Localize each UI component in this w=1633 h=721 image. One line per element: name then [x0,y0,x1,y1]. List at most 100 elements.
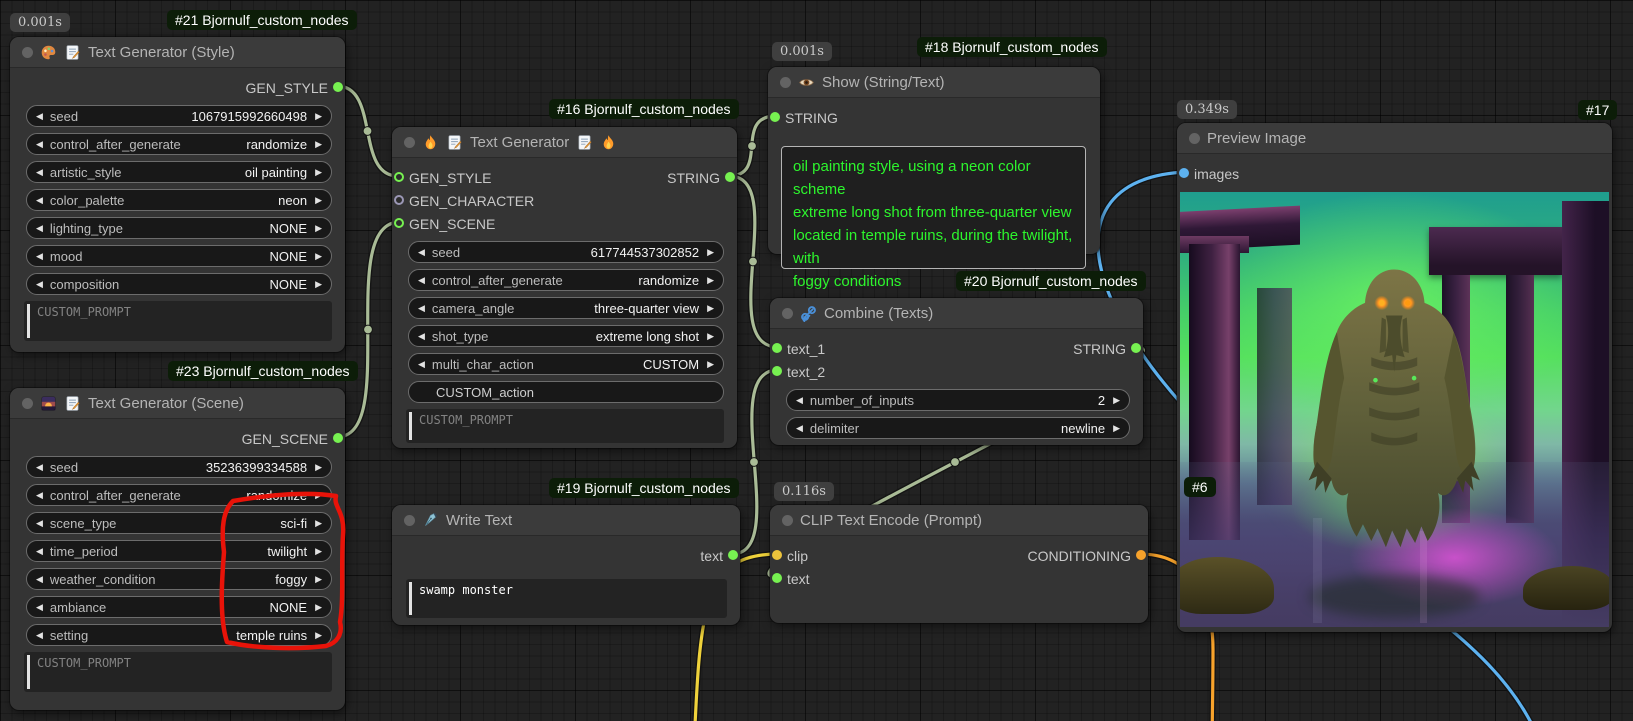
combo-left-arrow[interactable]: ◀ [36,140,43,149]
widget-number_of_inputs[interactable]: ◀number_of_inputs2▶ [786,389,1130,411]
widget-delimiter[interactable]: ◀delimiternewline▶ [786,417,1130,439]
combo-left-arrow[interactable]: ◀ [36,196,43,205]
output-slot-gen_scene[interactable] [333,433,343,443]
input-slot-gen_scene[interactable] [394,218,404,228]
input-slot-text_1[interactable] [772,343,782,353]
combo-right-arrow[interactable]: ▶ [707,304,714,313]
combo-right-arrow[interactable]: ▶ [1113,424,1120,433]
collapse-dot[interactable] [1189,133,1200,144]
combo-left-arrow[interactable]: ◀ [36,547,43,556]
combo-left-arrow[interactable]: ◀ [418,304,425,313]
combo-right-arrow[interactable]: ▶ [315,280,322,289]
widget-seed[interactable]: ◀seed1067915992660498▶ [26,105,332,127]
combo-right-arrow[interactable]: ▶ [707,276,714,285]
combo-left-arrow[interactable]: ◀ [418,276,425,285]
combo-left-arrow[interactable]: ◀ [418,360,425,369]
widget-weather_condition[interactable]: ◀weather_conditionfoggy▶ [26,568,332,590]
combo-right-arrow[interactable]: ▶ [315,575,322,584]
node-header[interactable]: Combine (Texts) [770,298,1143,329]
widget-artistic_style[interactable]: ◀artistic_styleoil painting▶ [26,161,332,183]
combo-left-arrow[interactable]: ◀ [36,631,43,640]
node-text-generator-scene-[interactable]: Text Generator (Scene)GEN_SCENE◀seed3523… [10,388,345,710]
input-slot-text[interactable] [772,573,782,583]
widget-composition[interactable]: ◀compositionNONE▶ [26,273,332,295]
node-preview-image[interactable]: Preview Imageimages [1177,123,1612,632]
widget-mood[interactable]: ◀moodNONE▶ [26,245,332,267]
widget-seed[interactable]: ◀seed617744537302852▶ [408,241,724,263]
text-area[interactable]: swamp monster [406,579,727,618]
combo-left-arrow[interactable]: ◀ [36,463,43,472]
input-slot-gen_character[interactable] [394,195,404,205]
input-slot-clip[interactable] [772,550,782,560]
output-slot-string[interactable] [1131,343,1141,353]
widget-control_after_generate[interactable]: ◀control_after_generaterandomize▶ [408,269,724,291]
combo-right-arrow[interactable]: ▶ [315,224,322,233]
combo-right-arrow[interactable]: ▶ [707,360,714,369]
combo-right-arrow[interactable]: ▶ [315,140,322,149]
widget-time_period[interactable]: ◀time_periodtwilight▶ [26,540,332,562]
combo-right-arrow[interactable]: ▶ [315,631,322,640]
combo-left-arrow[interactable]: ◀ [796,424,803,433]
textarea-scrollbar[interactable] [27,304,30,338]
widget-setting[interactable]: ◀settingtemple ruins▶ [26,624,332,646]
node-header[interactable]: Text Generator (Scene) [10,388,345,419]
node-header[interactable]: Write Text [392,505,740,536]
combo-right-arrow[interactable]: ▶ [707,248,714,257]
combo-left-arrow[interactable]: ◀ [36,575,43,584]
combo-right-arrow[interactable]: ▶ [315,519,322,528]
node-header[interactable]: Text Generator (Style) [10,37,345,68]
combo-right-arrow[interactable]: ▶ [1113,396,1120,405]
textarea-scrollbar[interactable] [27,655,30,689]
input-slot-string[interactable] [770,112,780,122]
node-show-string-text-[interactable]: Show (String/Text)STRINGoil painting sty… [768,67,1100,254]
widget-control_after_generate[interactable]: ◀control_after_generaterandomize▶ [26,484,332,506]
node-graph-canvas[interactable]: Text Generator (Style)GEN_STYLE◀seed1067… [0,0,1633,721]
combo-right-arrow[interactable]: ▶ [315,463,322,472]
combo-left-arrow[interactable]: ◀ [418,332,425,341]
combo-right-arrow[interactable]: ▶ [315,196,322,205]
text-area[interactable]: CUSTOM_PROMPT [406,409,724,443]
combo-right-arrow[interactable]: ▶ [315,547,322,556]
collapse-dot[interactable] [780,77,791,88]
collapse-dot[interactable] [782,515,793,526]
widget-color_palette[interactable]: ◀color_paletteneon▶ [26,189,332,211]
input-slot-text_2[interactable] [772,366,782,376]
combo-right-arrow[interactable]: ▶ [315,168,322,177]
input-slot-gen_style[interactable] [394,172,404,182]
combo-left-arrow[interactable]: ◀ [36,603,43,612]
combo-left-arrow[interactable]: ◀ [796,396,803,405]
combo-left-arrow[interactable]: ◀ [418,248,425,257]
combo-left-arrow[interactable]: ◀ [36,491,43,500]
node-text-generator[interactable]: Text GeneratorGEN_STYLESTRINGGEN_CHARACT… [392,127,737,448]
output-slot-gen_style[interactable] [333,82,343,92]
node-header[interactable]: CLIP Text Encode (Prompt) [770,505,1148,536]
output-slot-conditioning[interactable] [1136,550,1146,560]
combo-left-arrow[interactable]: ◀ [36,519,43,528]
collapse-dot[interactable] [404,137,415,148]
widget-seed[interactable]: ◀seed35236399334588▶ [26,456,332,478]
node-header[interactable]: Preview Image [1177,123,1612,154]
collapse-dot[interactable] [22,398,33,409]
widget-multi_char_action[interactable]: ◀multi_char_actionCUSTOM▶ [408,353,724,375]
combo-left-arrow[interactable]: ◀ [36,224,43,233]
combo-right-arrow[interactable]: ▶ [315,491,322,500]
combo-right-arrow[interactable]: ▶ [315,112,322,121]
widget-ambiance[interactable]: ◀ambianceNONE▶ [26,596,332,618]
node-clip-text-encode-prompt-[interactable]: CLIP Text Encode (Prompt)clipCONDITIONIN… [770,505,1148,623]
output-slot-text[interactable] [728,550,738,560]
combo-right-arrow[interactable]: ▶ [315,252,322,261]
output-slot-string[interactable] [725,172,735,182]
collapse-dot[interactable] [22,47,33,58]
text-area[interactable]: CUSTOM_PROMPT [24,652,332,692]
widget-shot_type[interactable]: ◀shot_typeextreme long shot▶ [408,325,724,347]
text-area[interactable]: CUSTOM_PROMPT [24,301,332,341]
widget-scene_type[interactable]: ◀scene_typesci-fi▶ [26,512,332,534]
node-header[interactable]: Text Generator [392,127,737,158]
combo-right-arrow[interactable]: ▶ [315,603,322,612]
input-slot-images[interactable] [1179,168,1189,178]
node-combine-texts-[interactable]: Combine (Texts)text_1STRINGtext_2◀number… [770,298,1143,445]
widget-control_after_generate[interactable]: ◀control_after_generaterandomize▶ [26,133,332,155]
collapse-dot[interactable] [782,308,793,319]
widget-lighting_type[interactable]: ◀lighting_typeNONE▶ [26,217,332,239]
textarea-scrollbar[interactable] [409,412,412,440]
